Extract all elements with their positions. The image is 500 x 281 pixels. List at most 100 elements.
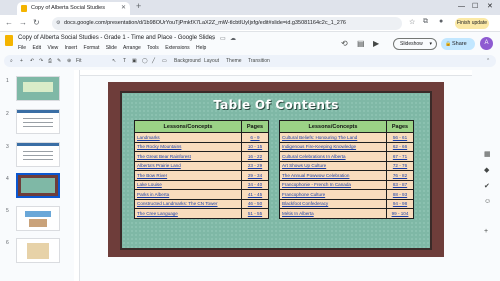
toc-link[interactable]: The Bow River [134, 170, 242, 181]
zoom-select[interactable]: Fit [76, 55, 82, 67]
site-info-icon[interactable]: ⚙ [56, 17, 60, 30]
toc-link[interactable]: The Annual Powwow Celebration [279, 170, 387, 181]
browser-tab[interactable]: Copy of Alberta Social Studies ✕ [17, 2, 130, 15]
zoom-icon[interactable]: ⊕ [67, 55, 71, 67]
menu-edit[interactable]: Edit [32, 45, 41, 51]
toc-table-left[interactable]: Lessons/Concepts Pages Landmarks 6 - 9 Th… [134, 120, 269, 219]
menu-file[interactable]: File [18, 45, 26, 51]
close-window-icon[interactable]: ✕ [487, 0, 493, 14]
toc-link[interactable]: Cultural Celebrations In Alberta [279, 151, 387, 162]
star-icon[interactable]: ☆ [210, 35, 215, 42]
redo-icon[interactable]: ↷ [39, 55, 43, 67]
keep-icon[interactable]: ◆ [484, 166, 489, 174]
contacts-icon[interactable]: ☺ [484, 198, 491, 205]
toc-page-link[interactable]: 41 - 45 [241, 189, 269, 200]
toc-page-link[interactable]: 99 - 104 [386, 208, 414, 219]
toc-page-link[interactable]: 10 - 15 [241, 141, 269, 152]
back-icon[interactable]: ← [5, 18, 13, 27]
menu-tools[interactable]: Tools [147, 45, 159, 51]
layout-button[interactable]: Layout [204, 55, 219, 67]
toc-link[interactable]: Blackfoot Confederacy [279, 198, 387, 209]
toc-link[interactable]: Francophone Culture [279, 189, 387, 200]
slides-logo-icon[interactable] [5, 35, 13, 46]
toc-link[interactable]: Cultural Beliefs: Honouring The Land [279, 132, 387, 143]
toc-link[interactable]: Constructed Landmarks: The CN Tower [134, 198, 242, 209]
cloud-status-icon[interactable]: ☁ [230, 35, 236, 42]
select-icon[interactable]: ↖ [112, 55, 116, 67]
text-box-icon[interactable]: T [123, 55, 126, 67]
menu-view[interactable]: View [47, 45, 58, 51]
toc-page-link[interactable]: 56 - 61 [386, 132, 414, 143]
menu-slide[interactable]: Slide [106, 45, 117, 51]
toc-page-link[interactable]: 6 - 9 [241, 132, 269, 143]
toc-page-link[interactable]: 51 - 55 [241, 208, 269, 219]
toc-page-link[interactable]: 76 - 82 [386, 170, 414, 181]
background-button[interactable]: Background [174, 55, 201, 67]
slide-thumbnail-5[interactable] [16, 206, 60, 231]
document-title[interactable]: Copy of Alberta Social Studies - Grade 1… [18, 35, 215, 41]
bookmark-star-icon[interactable]: ☆ [409, 18, 415, 26]
toc-link[interactable]: Indigenous Fire-Keeping Knowledge [279, 141, 387, 152]
slideshow-button[interactable]: Slideshow ▾ [393, 38, 437, 50]
new-tab-icon[interactable]: + [136, 1, 141, 11]
toc-page-link[interactable]: 83 - 87 [386, 179, 414, 190]
theme-button[interactable]: Theme [226, 55, 242, 67]
slide-thumbnail-3[interactable] [16, 142, 60, 167]
forward-icon[interactable]: → [19, 18, 27, 27]
menu-insert[interactable]: Insert [65, 45, 78, 51]
toc-link[interactable]: Alberta's Prairie Land [134, 160, 242, 171]
undo-icon[interactable]: ↶ [30, 55, 34, 67]
move-folder-icon[interactable]: ▭ [220, 35, 226, 42]
shape-icon[interactable]: ◯ [142, 55, 148, 67]
transition-button[interactable]: Transition [248, 55, 270, 67]
profile-icon[interactable]: ● [439, 18, 443, 25]
toc-link[interactable]: Métis In Alberta [279, 208, 387, 219]
toc-link[interactable]: Lake Louise [134, 179, 242, 190]
menu-extensions[interactable]: Extensions [165, 45, 189, 51]
toc-page-link[interactable]: 23 - 29 [241, 160, 269, 171]
url-input[interactable]: ⚙ docs.google.com/presentation/d/1b98OUr… [52, 17, 402, 30]
extensions-icon[interactable]: ⧉ [423, 18, 428, 26]
print-icon[interactable]: ⎙ [48, 55, 52, 67]
toc-link[interactable]: Parks in Alberta [134, 189, 242, 200]
add-on-icon[interactable]: + [484, 228, 488, 235]
search-menus-icon[interactable]: ⌕ [10, 55, 13, 67]
avatar[interactable]: A [480, 37, 493, 50]
toc-link[interactable]: Art Shows Up Culture [279, 160, 387, 171]
line-icon[interactable]: ╱ [152, 55, 155, 67]
toc-page-link[interactable]: 16 - 22 [241, 151, 269, 162]
slide-thumbnail-1[interactable] [16, 76, 60, 101]
finish-update-button[interactable]: Finish update [455, 18, 489, 29]
reload-icon[interactable]: ↻ [33, 18, 40, 27]
menu-arrange[interactable]: Arrange [123, 45, 141, 51]
slide-thumbnail-6[interactable] [16, 238, 60, 263]
toc-page-link[interactable]: 34 - 40 [241, 179, 269, 190]
close-tab-icon[interactable]: ✕ [121, 2, 126, 15]
toc-link[interactable]: The Rocky Mountains [134, 141, 242, 152]
slide-canvas[interactable]: Table Of Contents Lessons/Concepts Pages… [108, 82, 444, 257]
slide-thumbnail-2[interactable] [16, 109, 60, 134]
calendar-icon[interactable]: ▦ [484, 150, 491, 158]
maximize-icon[interactable]: ☐ [472, 0, 478, 14]
share-button[interactable]: 🔒 Share [441, 38, 475, 50]
toc-page-link[interactable]: 62 - 66 [386, 141, 414, 152]
toc-page-link[interactable]: 67 - 71 [386, 151, 414, 162]
toc-link[interactable]: Francophonie - French In Canada [279, 179, 387, 190]
toc-page-link[interactable]: 72 - 76 [386, 160, 414, 171]
toc-link[interactable]: Landmarks [134, 132, 242, 143]
image-icon[interactable]: ▣ [132, 55, 137, 67]
toc-link[interactable]: The Great Bear Rainforest [134, 151, 242, 162]
new-slide-icon[interactable]: + [20, 55, 23, 67]
meet-icon[interactable]: ▶ [373, 39, 379, 48]
chevron-down-icon[interactable]: ▾ [429, 39, 432, 49]
paint-format-icon[interactable]: ✎ [57, 55, 61, 67]
toc-page-link[interactable]: 46 - 50 [241, 198, 269, 209]
collapse-toolbar-icon[interactable]: ⌃ [486, 55, 490, 67]
minimize-icon[interactable]: — [458, 0, 465, 14]
slide-thumbnail-4[interactable] [16, 173, 60, 198]
menu-help[interactable]: Help [196, 45, 206, 51]
menu-format[interactable]: Format [84, 45, 100, 51]
toc-link[interactable]: The Cree Language [134, 208, 242, 219]
comment-icon[interactable]: ▭ [162, 55, 167, 67]
comments-icon[interactable]: ▤ [357, 39, 365, 48]
